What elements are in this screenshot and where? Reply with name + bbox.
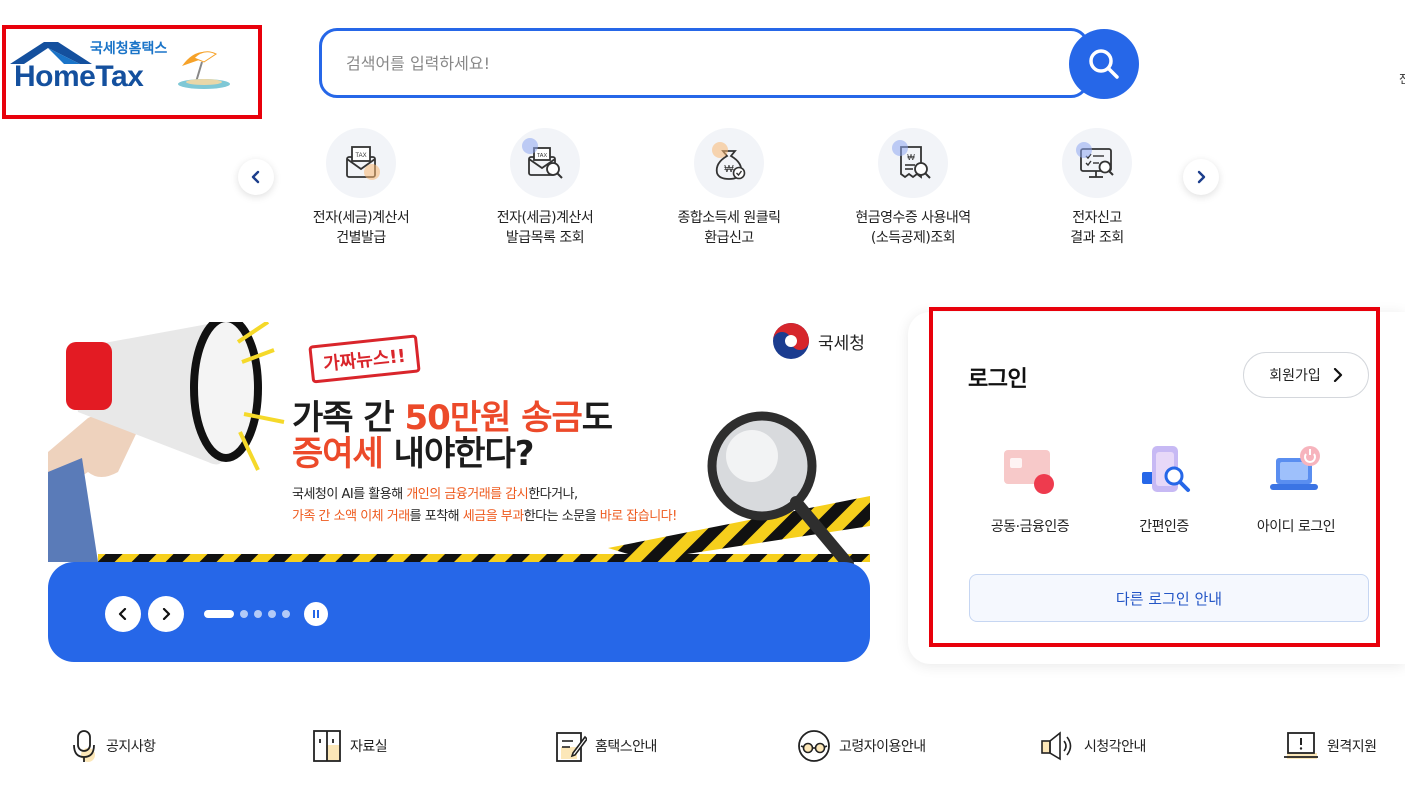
tax-search-icon: TAX xyxy=(510,128,580,198)
bottom-nav-library[interactable]: 자료실 xyxy=(312,726,388,766)
search-box xyxy=(319,28,1089,98)
search-button[interactable] xyxy=(1069,29,1139,99)
signup-label: 회원가입 xyxy=(1269,368,1321,384)
bottom-nav-label: 고령자이용안내 xyxy=(839,739,926,755)
hometax-logo[interactable]: 국세청홈택스 HomeTax xyxy=(8,34,248,104)
chevron-left-icon xyxy=(251,170,260,184)
login-option-label: 공동·금융인증 xyxy=(990,519,1070,535)
logo-korean-text: 국세청홈택스 xyxy=(90,41,168,57)
search-input[interactable] xyxy=(346,31,1046,95)
quick-menu-label: 전자(세금)계산서 건별발급 xyxy=(312,210,410,246)
banner-next-button[interactable] xyxy=(148,596,184,632)
laptop-alert-icon xyxy=(1284,732,1318,759)
other-login-guide-button[interactable]: 다른 로그인 안내 xyxy=(969,574,1369,622)
laptop-power-icon xyxy=(1264,440,1328,504)
bottom-nav-label: 자료실 xyxy=(350,739,388,755)
chevron-right-icon xyxy=(162,608,171,620)
pause-icon xyxy=(317,610,319,618)
quick-menu-prev-button[interactable] xyxy=(238,159,274,195)
slide-indicator-dot[interactable] xyxy=(204,610,234,618)
caution-tape-icon xyxy=(98,411,870,568)
signup-button[interactable]: 회원가입 xyxy=(1243,352,1369,398)
quick-menu-label: 전자(세금)계산서 발급목록 조회 xyxy=(496,210,594,246)
money-bag-icon: ₩ xyxy=(694,128,764,198)
banner-prev-button[interactable] xyxy=(105,596,141,632)
bottom-nav-label: 원격지원 xyxy=(1327,739,1377,755)
bottom-nav-notice[interactable]: 공지사항 xyxy=(70,726,156,766)
login-title: 로그인 xyxy=(968,367,1028,392)
cabinet-icon xyxy=(313,730,341,762)
bottom-nav-label: 홈택스안내 xyxy=(595,739,657,755)
login-option-simple-auth[interactable]: 간편인증 xyxy=(1104,440,1224,536)
main-banner[interactable]: 국세청 가짜뉴스!! 가족 간 50만원 송금도 증여세 내야한다? 국세청이 … xyxy=(48,308,870,662)
document-pen-icon xyxy=(556,732,587,762)
speaker-icon xyxy=(1041,731,1072,761)
bottom-nav-audiovisual-guide[interactable]: 시청각안내 xyxy=(1040,726,1146,766)
taegeuk-icon xyxy=(773,323,809,359)
slide-indicator-dot[interactable] xyxy=(282,610,290,618)
login-option-label: 아이디 로그인 xyxy=(1256,519,1336,535)
fake-news-stamp: 가짜뉴스!! xyxy=(308,334,421,384)
certificate-card-icon xyxy=(998,440,1062,504)
quick-menu-next-button[interactable] xyxy=(1183,159,1219,195)
chevron-right-icon xyxy=(1197,170,1206,184)
quick-menu-item-cash-receipt[interactable]: ₩ 현금영수증 사용내역 (소득공제)조회 xyxy=(833,128,993,248)
login-option-id[interactable]: 아이디 로그인 xyxy=(1236,440,1356,536)
chevron-left-icon xyxy=(118,608,127,620)
quick-menu-label: 전자신고 결과 조회 xyxy=(1070,210,1124,246)
slide-indicator-dot[interactable] xyxy=(254,610,262,618)
bottom-nav-senior-guide[interactable]: 고령자이용안내 xyxy=(797,726,926,766)
login-option-certificate[interactable]: 공동·금융인증 xyxy=(970,440,1090,536)
chevron-right-icon xyxy=(1333,368,1342,382)
quick-menu-item-income-tax-refund[interactable]: ₩ 종합소득세 원클릭 환급신고 xyxy=(649,128,809,248)
quick-menu-item-e-filing-result[interactable]: 전자신고 결과 조회 xyxy=(1017,128,1177,248)
login-option-label: 간편인증 xyxy=(1139,519,1189,535)
slide-indicator-dot[interactable] xyxy=(268,610,276,618)
monitor-check-icon xyxy=(1062,128,1132,198)
bottom-nav-label: 시청각안내 xyxy=(1084,739,1146,755)
quick-menu-label: 현금영수증 사용내역 (소득공제)조회 xyxy=(855,210,971,246)
nts-label: 국세청 xyxy=(818,333,865,354)
microphone-icon xyxy=(73,730,95,762)
beach-umbrella-icon xyxy=(178,51,230,89)
slide-indicator-dot[interactable] xyxy=(240,610,248,618)
slide-indicators[interactable] xyxy=(204,610,290,618)
bottom-nav-hometax-guide[interactable]: 홈택스안내 xyxy=(555,726,657,766)
phone-search-icon xyxy=(1132,440,1196,504)
quick-menu-item-invoice-list[interactable]: TAX 전자(세금)계산서 발급목록 조회 xyxy=(465,128,625,248)
tax-envelope-icon: TAX xyxy=(326,128,396,198)
quick-menu-item-invoice-issue[interactable]: TAX 전자(세금)계산서 건별발급 xyxy=(281,128,441,248)
svg-text:₩: ₩ xyxy=(907,153,915,162)
svg-text:TAX: TAX xyxy=(355,153,366,159)
glasses-icon xyxy=(798,730,830,762)
quick-menu-label: 종합소득세 원클릭 환급신고 xyxy=(677,210,782,246)
banner-pause-button[interactable] xyxy=(304,602,328,626)
pause-icon xyxy=(313,610,315,618)
svg-text:TAX: TAX xyxy=(537,153,548,159)
search-icon xyxy=(1089,49,1119,79)
nts-logo: 국세청 xyxy=(772,322,865,360)
bottom-nav-label: 공지사항 xyxy=(106,739,156,755)
logo-english-text: HomeTax xyxy=(14,60,144,93)
receipt-search-icon: ₩ xyxy=(878,128,948,198)
clipped-header-text: 전 xyxy=(1399,72,1405,86)
bottom-nav-remote-support[interactable]: 원격지원 xyxy=(1283,726,1377,766)
